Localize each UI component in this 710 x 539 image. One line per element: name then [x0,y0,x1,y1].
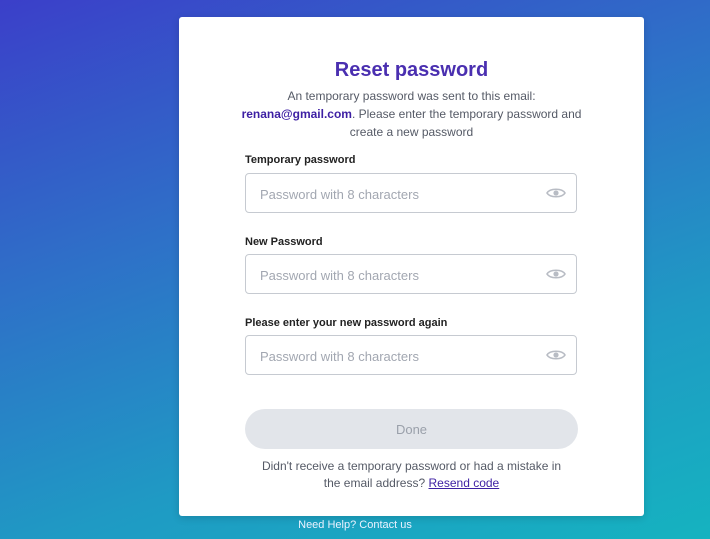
resend-note: Didn't receive a temporary password or h… [259,458,564,492]
temporary-password-label: Temporary password [245,154,356,166]
page-title: Reset password [334,59,489,81]
temporary-password-input[interactable] [258,174,542,214]
confirm-password-field [245,335,577,376]
instructions: An temporary password was sent to this e… [239,87,584,141]
new-password-field [245,254,577,295]
help-footer: Need Help? Contact us [0,519,710,531]
new-password-input[interactable] [258,255,542,295]
new-password-label: New Password [245,236,323,248]
resend-text: Didn't receive a temporary password or h… [261,459,562,490]
confirm-password-input[interactable] [258,336,542,376]
email-address: renana@gmail.com [241,107,352,121]
eye-icon[interactable] [546,348,566,362]
instructions-line2: . Please enter the temporary password an… [349,107,582,139]
eye-icon[interactable] [546,267,566,281]
done-button[interactable]: Done [245,409,578,449]
eye-icon[interactable] [546,186,566,200]
reset-password-card: Reset password An temporary password was… [179,17,644,516]
instructions-line1: An temporary password was sent to this e… [287,89,536,103]
resend-code-link[interactable]: Resend code [429,476,500,490]
contact-us-link[interactable]: Need Help? Contact us [298,519,412,531]
confirm-password-label: Please enter your new password again [245,317,448,329]
temporary-password-field [245,173,577,214]
